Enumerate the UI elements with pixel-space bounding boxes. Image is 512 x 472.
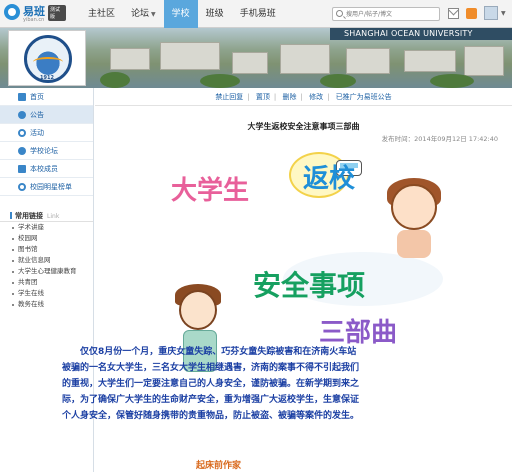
campus-tree (200, 74, 240, 88)
publish-time: 发布时间：2014年09月12日 17:42:40 (381, 135, 498, 143)
girl-character (391, 184, 437, 230)
notification-icon[interactable] (466, 8, 477, 19)
school-seal-wave (33, 57, 63, 67)
campus-building (280, 44, 330, 74)
links-title: 常用链接 (15, 212, 43, 220)
poster-heading-2: 返校 (303, 164, 356, 194)
action-edit[interactable]: 修改 (309, 93, 323, 101)
campus-building (464, 46, 504, 76)
action-promoted[interactable]: 已推广为易班公告 (336, 93, 392, 101)
campus-tree (100, 72, 130, 88)
links-header: 常用链接 Link (0, 210, 93, 222)
main-nav: 主社区 论坛 ▼ 学校 班级 手机易班 (80, 0, 284, 28)
school-logo: 1912 (8, 30, 86, 86)
action-delete[interactable]: 删除 (283, 93, 297, 101)
campus-tree (320, 74, 356, 88)
sidebar-item-label: 公告 (30, 111, 44, 119)
campus-tree (430, 74, 474, 88)
link-item[interactable]: 教务在线 (0, 299, 93, 310)
search-icon[interactable] (336, 10, 343, 17)
post-actions: 禁止回复 | 置顶 | 删除 | 修改 | 已推广为易班公告 (95, 92, 512, 102)
action-disable-reply[interactable]: 禁止回复 (215, 93, 243, 101)
nav-label: 主社区 (88, 9, 116, 19)
nav-item-forum[interactable]: 论坛 ▼ (123, 0, 164, 28)
school-banner: SHANGHAI OCEAN UNIVERSITY 1912 (0, 28, 512, 88)
links-title-en: Link (47, 213, 60, 220)
home-icon (18, 93, 26, 101)
nav-label: 学校 (171, 9, 190, 19)
girl-character-body (397, 230, 431, 258)
link-item[interactable]: 学生在线 (0, 288, 93, 299)
search-input[interactable] (346, 9, 438, 19)
poster-heading-1: 大学生 (171, 176, 250, 206)
poster-heading-3: 安全事项 (253, 269, 366, 302)
sidebar-item-label: 首页 (30, 93, 44, 101)
link-item[interactable]: 校园网 (0, 233, 93, 244)
beta-badge: 测试版 (48, 5, 66, 21)
section-bar (10, 212, 12, 219)
nav-item-class[interactable]: 班级 (198, 0, 232, 28)
link-item[interactable]: 大学生心理健康教育 (0, 266, 93, 277)
search-box (332, 7, 440, 21)
sidebar-item-label: 校园明星榜单 (30, 183, 72, 191)
user-avatar[interactable] (484, 6, 498, 20)
sidebar-item-star-ranking[interactable]: 校园明星榜单 (0, 178, 93, 196)
chevron-down-icon[interactable]: ▼ (501, 10, 506, 17)
announcement-icon (18, 111, 26, 119)
boy-character (179, 290, 217, 330)
yiban-logo-icon (4, 4, 20, 20)
sidebar-item-label: 本校成员 (30, 165, 58, 173)
article-subheading: 起床前作家 (196, 461, 242, 471)
sidebar-item-label: 活动 (30, 129, 44, 137)
campus-building (346, 48, 390, 74)
top-navbar: 易班 测试版 yiban.cn 主社区 论坛▼ 学校 班级 手机易班 ▼ (0, 0, 512, 28)
article-title: 大学生返校安全注意事项三部曲 (247, 122, 360, 131)
yiban-logo[interactable]: 易班 测试版 yiban.cn (4, 3, 66, 25)
separator: | (247, 93, 250, 101)
separator: | (273, 93, 277, 101)
link-item[interactable]: 共青团 (0, 277, 93, 288)
action-pin[interactable]: 置顶 (256, 93, 270, 101)
school-seal-year: 1912 (40, 75, 54, 81)
nav-item-mobile-yiban[interactable]: 手机易班 (232, 0, 284, 28)
mail-icon[interactable] (448, 8, 459, 19)
university-name: SHANGHAI OCEAN UNIVERSITY (344, 29, 473, 38)
forum-icon (18, 147, 26, 155)
separator: | (300, 93, 303, 101)
campus-building (232, 52, 268, 74)
nav-item-school[interactable]: 学校 (163, 0, 198, 28)
article-paragraph: 仅仅8月份一个月，重庆女童失踪、巧芬女童失踪被害和在济南火车站被骗的一名女大学生… (62, 347, 360, 421)
nav-label: 论坛 (131, 9, 150, 19)
link-item[interactable]: 就业信息网 (0, 255, 93, 266)
link-item[interactable]: 图书馆 (0, 244, 93, 255)
members-icon (18, 165, 26, 173)
activity-icon (18, 129, 26, 137)
campus-building (160, 42, 220, 70)
article-body: 仅仅8月份一个月，重庆女童失踪、巧芬女童失踪被害和在济南火车站被骗的一名女大学生… (62, 344, 362, 424)
sidebar-item-school-forum[interactable]: 学校论坛 (0, 142, 93, 160)
logo-domain: yiban.cn (23, 17, 45, 23)
nav-label: 班级 (205, 9, 224, 19)
link-item[interactable]: 学术讲座 (0, 222, 93, 233)
sidebar-item-activity[interactable]: 活动 (0, 124, 93, 142)
sidebar-item-label: 学校论坛 (30, 147, 58, 155)
nav-label: 手机易班 (239, 9, 276, 19)
nav-item-home-community[interactable]: 主社区 (80, 0, 123, 28)
sidebar-item-members[interactable]: 本校成员 (0, 160, 93, 178)
chevron-down-icon: ▼ (151, 11, 156, 18)
campus-building (110, 48, 150, 70)
separator: | (327, 93, 330, 101)
star-icon (18, 183, 26, 191)
campus-building (404, 50, 456, 72)
sidebar-item-home[interactable]: 首页 (0, 88, 93, 106)
sidebar-item-announcement[interactable]: 公告 (0, 106, 93, 124)
divider (95, 105, 512, 106)
